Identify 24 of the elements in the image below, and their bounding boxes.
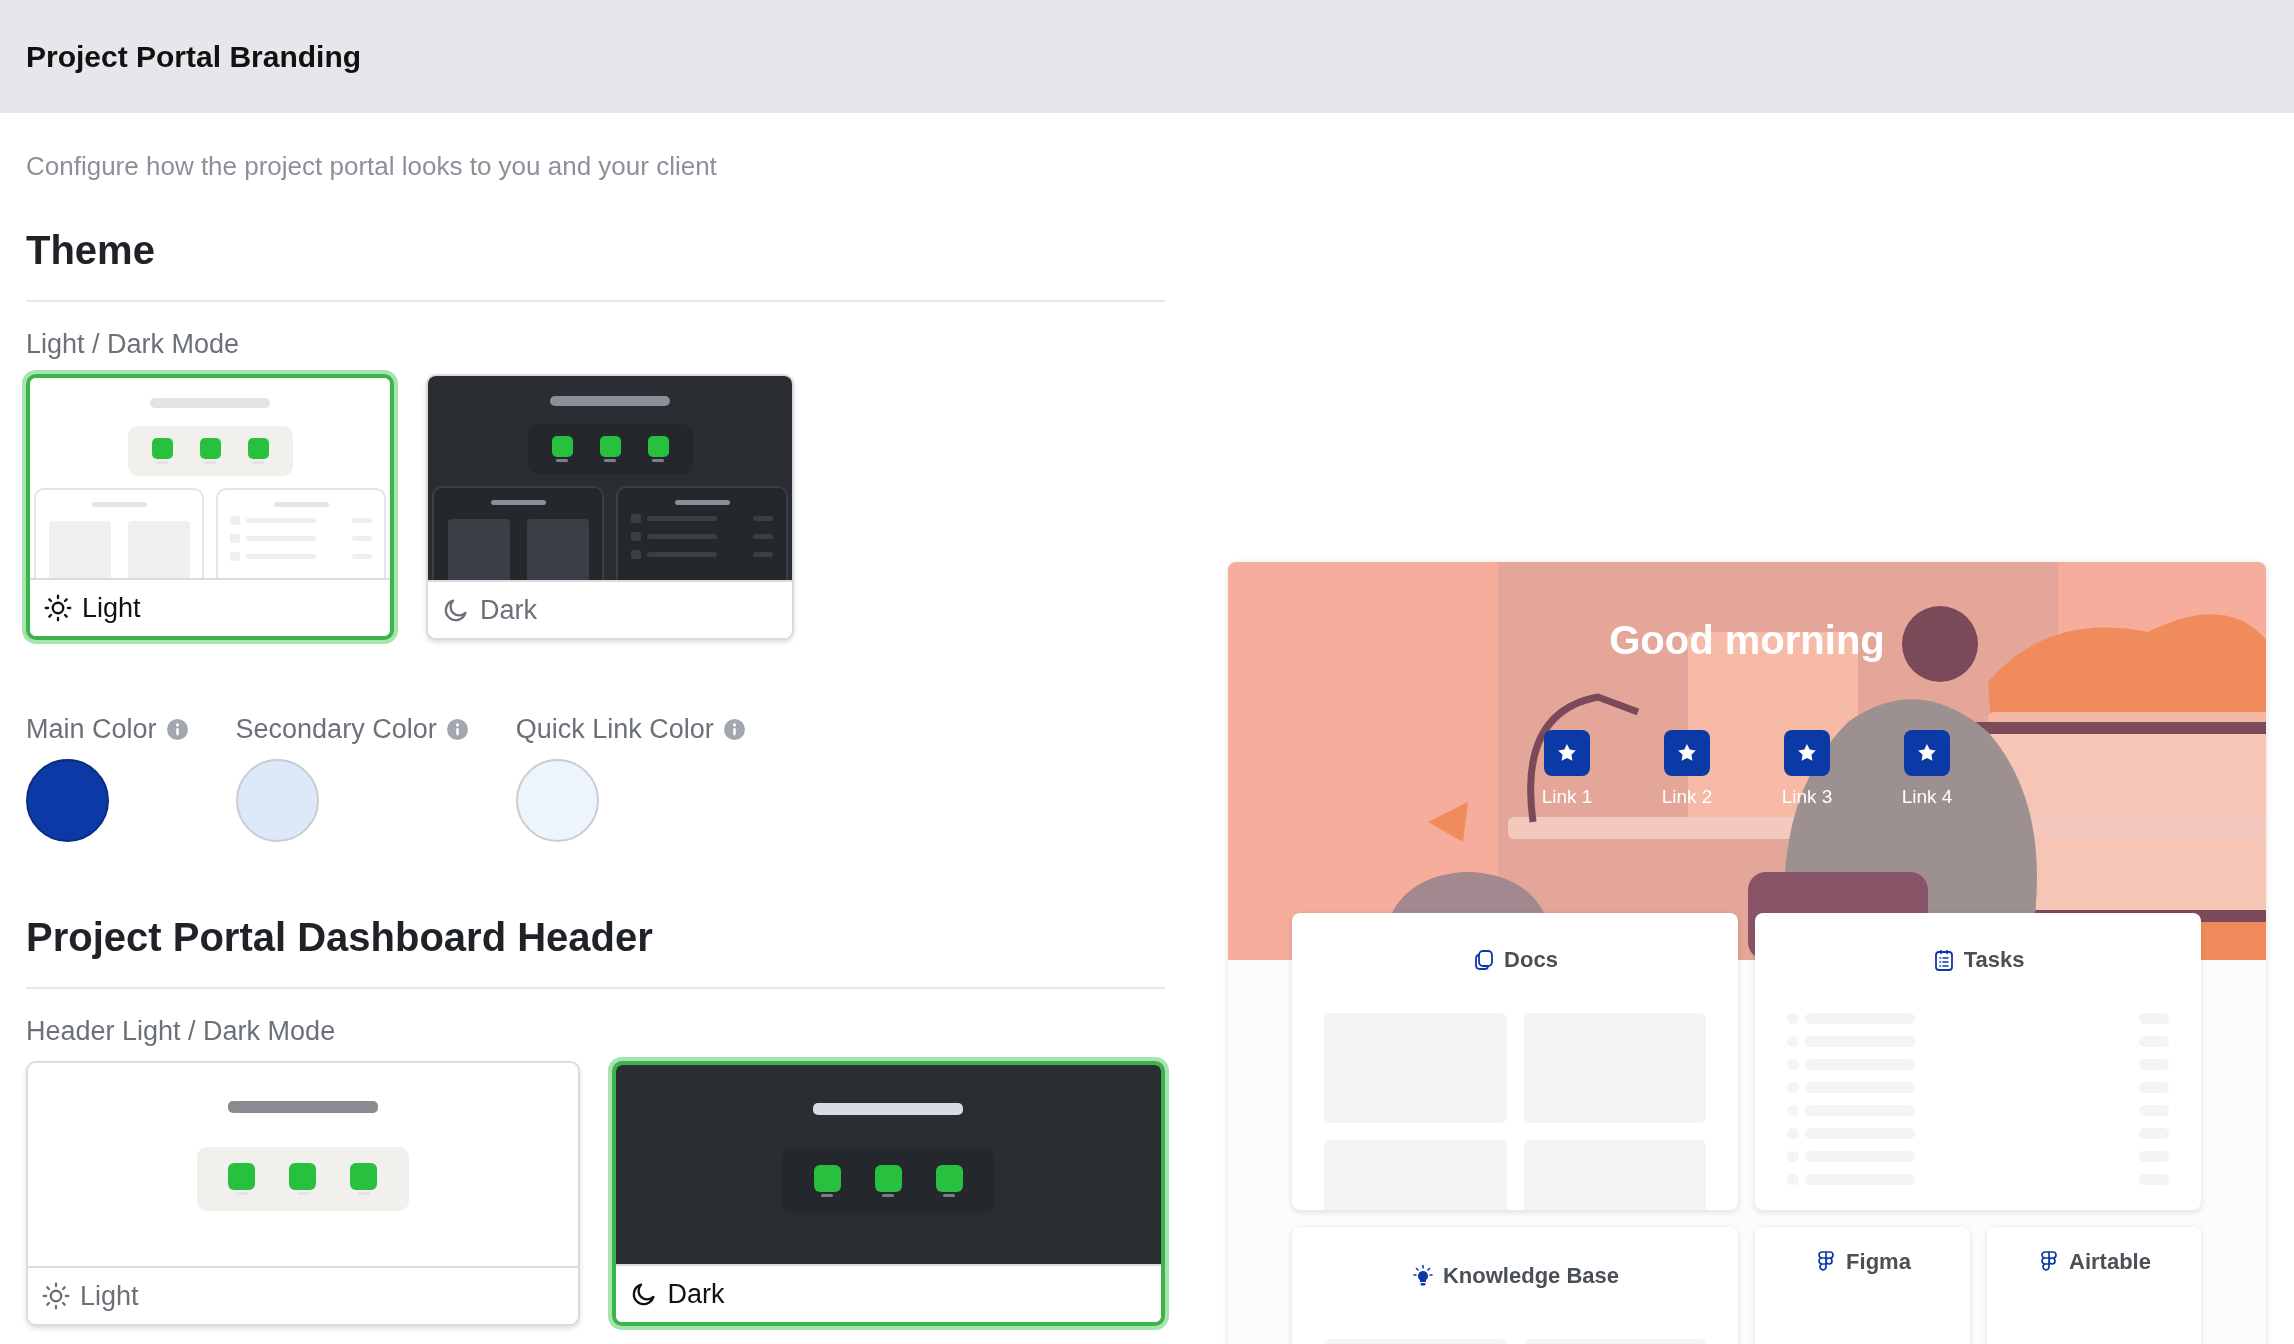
field-label: Quick Link Color [515, 713, 714, 746]
info-icon[interactable] [166, 718, 188, 740]
sun-icon [42, 1282, 70, 1310]
card-title: Tasks [1963, 947, 2025, 973]
page-description: Configure how the project portal looks to you and your client [26, 150, 718, 183]
card-title: Docs [1504, 947, 1558, 973]
section-heading: Theme [26, 225, 1165, 302]
lightbulb-icon [1410, 1264, 1435, 1288]
field-label: Light / Dark Mode [26, 328, 241, 361]
card-title: Knowledge Base [1442, 1263, 1619, 1289]
field-label: Main Color [26, 713, 157, 746]
section-heading: Project Portal Dashboard Header [26, 912, 1165, 989]
mode-option[interactable]: Light [26, 1061, 580, 1326]
page-title: Project Portal Branding [26, 39, 362, 74]
sun-icon [44, 594, 72, 622]
card-title: Figma [1846, 1249, 1911, 1275]
info-icon[interactable] [446, 718, 468, 740]
card-title: Airtable [2069, 1249, 2151, 1275]
info-icon[interactable] [723, 718, 745, 740]
field-label: Secondary Color [235, 713, 437, 746]
quick-link[interactable]: Link 4 [1890, 730, 1964, 808]
mode-option[interactable]: Dark [426, 374, 794, 640]
field-label: Header Light / Dark Mode [26, 1015, 337, 1048]
greeting-heading: Good morning [1608, 617, 1886, 664]
